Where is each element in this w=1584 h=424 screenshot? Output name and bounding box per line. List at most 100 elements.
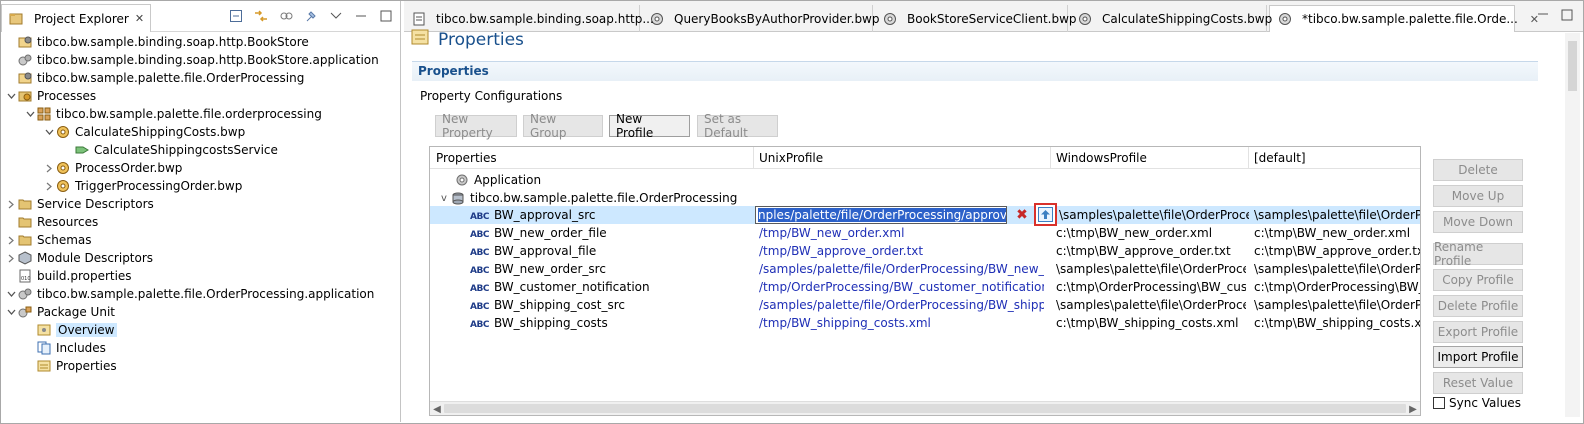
unix-profile-cell[interactable]: /tmp/BW_shipping_costs.xml: [759, 316, 1044, 330]
column-divider[interactable]: [1050, 147, 1051, 169]
windows-profile-cell[interactable]: \samples\palette\file\OrderProces...: [1059, 208, 1249, 222]
tree-item[interactable]: Overview: [1, 321, 400, 339]
table-row[interactable]: ABC BW_approval_file/tmp/BW_approve_order…: [430, 242, 1420, 260]
maximize-icon[interactable]: [378, 8, 394, 24]
new-profile-button[interactable]: New Profile: [609, 112, 690, 140]
column-header-windowsprofile[interactable]: WindowsProfile: [1056, 151, 1147, 165]
default-profile-cell[interactable]: c:\tmp\BW_shipping_costs.xml: [1254, 316, 1420, 330]
tree-item[interactable]: Resources: [1, 213, 400, 231]
chevron-down-icon[interactable]: [5, 93, 17, 99]
chevron-right-icon[interactable]: [5, 254, 17, 263]
default-profile-cell[interactable]: c:\tmp\BW_approve_order.txt: [1254, 244, 1420, 258]
chevron-down-icon[interactable]: v: [438, 193, 450, 204]
vertical-scrollbar[interactable]: [1565, 33, 1580, 417]
new-property-button[interactable]: New Property: [435, 112, 517, 140]
export-profile-button[interactable]: Export Profile: [1433, 321, 1523, 343]
chevron-right-icon[interactable]: [43, 182, 55, 191]
move-up-button[interactable]: Move Up: [1433, 185, 1523, 207]
filter-icon[interactable]: [278, 8, 294, 24]
chevron-down-icon[interactable]: [5, 291, 17, 297]
tree-item[interactable]: TriggerProcessingOrder.bwp: [1, 177, 400, 195]
windows-profile-cell[interactable]: \samples\palette\file\OrderProces...: [1056, 262, 1246, 276]
default-profile-cell[interactable]: \samples\palette\file\OrderPro: [1254, 262, 1420, 276]
tree-item[interactable]: ProcessOrder.bwp: [1, 159, 400, 177]
scroll-thumb[interactable]: [1568, 41, 1577, 91]
chevron-down-icon[interactable]: [5, 309, 17, 315]
tree-item[interactable]: Processes: [1, 87, 400, 105]
column-header-properties[interactable]: Properties: [436, 151, 497, 165]
copy-profile-button[interactable]: Copy Profile: [1433, 269, 1523, 291]
scroll-left-icon[interactable]: ◀: [430, 402, 444, 415]
tree-item[interactable]: Package Unit: [1, 303, 400, 321]
pin-icon[interactable]: [303, 8, 319, 24]
tree-item[interactable]: Service Descriptors: [1, 195, 400, 213]
chevron-right-icon[interactable]: [43, 164, 55, 173]
windows-profile-cell[interactable]: \samples\palette\file\OrderProces...: [1056, 298, 1246, 312]
default-profile-cell[interactable]: \samples\palette\file\OrderPro: [1254, 208, 1420, 222]
table-row[interactable]: ABC BW_customer_notification/tmp/OrderPro…: [430, 278, 1420, 296]
module-property-button[interactable]: [1034, 203, 1057, 226]
new-group-button[interactable]: New Group: [523, 112, 603, 140]
collapse-all-icon[interactable]: [228, 8, 244, 24]
scroll-thumb[interactable]: [444, 404, 1406, 413]
close-icon[interactable]: ✕: [135, 12, 144, 25]
delete-profile-button[interactable]: Delete Profile: [1433, 295, 1523, 317]
tree-item[interactable]: tibco.bw.sample.palette.file.OrderProces…: [1, 285, 400, 303]
default-profile-cell[interactable]: \samples\palette\file\OrderPro: [1254, 298, 1420, 312]
windows-profile-cell[interactable]: c:\tmp\BW_shipping_costs.xml: [1056, 316, 1246, 330]
unix-profile-cell[interactable]: /tmp/OrderProcessing/BW_customer_notific…: [759, 280, 1044, 294]
chevron-right-icon[interactable]: [5, 200, 17, 209]
windows-profile-cell[interactable]: c:\tmp\BW_approve_order.txt: [1056, 244, 1246, 258]
tab-project-explorer[interactable]: Project Explorer ✕: [1, 4, 152, 32]
column-header-unixprofile[interactable]: UnixProfile: [759, 151, 823, 165]
default-profile-cell[interactable]: c:\tmp\OrderProcessing\BW_cu: [1254, 280, 1420, 294]
editor-tab[interactable]: *tibco.bw.sample.palette.file.Orde... ✕: [1269, 5, 1539, 32]
column-divider[interactable]: [1248, 147, 1249, 169]
reset-value-button[interactable]: Reset Value: [1433, 372, 1523, 394]
scroll-right-icon[interactable]: ▶: [1406, 402, 1420, 415]
group-row-module[interactable]: v tibco.bw.sample.palette.file.OrderProc…: [430, 188, 1420, 206]
sync-values-checkbox[interactable]: Sync Values: [1433, 396, 1521, 410]
view-menu-icon[interactable]: [328, 8, 344, 24]
unix-profile-cell[interactable]: /tmp/BW_new_order.xml: [759, 226, 1044, 240]
maximize-icon[interactable]: [1561, 9, 1573, 24]
tree-item[interactable]: Properties: [1, 357, 400, 375]
tree-item[interactable]: tibco.bw.sample.palette.file.OrderProces…: [1, 69, 400, 87]
unix-profile-cell[interactable]: /samples/palette/file/OrderProcessing/BW…: [759, 298, 1044, 312]
checkbox-box[interactable]: [1433, 397, 1445, 409]
tree-item[interactable]: tibco.bw.sample.palette.file.orderproces…: [1, 105, 400, 123]
table-row[interactable]: ABC BW_new_order_file/tmp/BW_new_order.xm…: [430, 224, 1420, 242]
default-profile-cell[interactable]: c:\tmp\BW_new_order.xml: [1254, 226, 1420, 240]
horizontal-scrollbar[interactable]: ◀ ▶: [430, 401, 1420, 415]
windows-profile-cell[interactable]: c:\tmp\OrderProcessing\BW_cust...: [1056, 280, 1246, 294]
column-header-default[interactable]: [default]: [1254, 151, 1306, 165]
tree-item[interactable]: tibco.bw.sample.binding.soap.http.BookSt…: [1, 33, 400, 51]
rename-profile-button[interactable]: Rename Profile: [1433, 240, 1523, 268]
table-row[interactable]: ABC BW_shipping_cost_src/samples/palette/…: [430, 296, 1420, 314]
editor-tab[interactable]: QueryBooksByAuthorProvider.bwp: [642, 5, 880, 32]
column-divider[interactable]: [753, 147, 754, 169]
tree-item[interactable]: tibco.bw.sample.binding.soap.http.BookSt…: [1, 51, 400, 69]
tree-item[interactable]: Includes: [1, 339, 400, 357]
unix-profile-edit-field[interactable]: nples/palette/file/OrderProcessing/appro…: [755, 206, 1007, 224]
set-as-default-button[interactable]: Set as Default: [697, 112, 778, 140]
tree-item[interactable]: CalculateShippingcostsService: [1, 141, 400, 159]
delete-button[interactable]: Delete: [1433, 159, 1523, 181]
tree-item[interactable]: CalculateShippingCosts.bwp: [1, 123, 400, 141]
unix-profile-cell[interactable]: /samples/palette/file/OrderProcessing/BW…: [759, 262, 1044, 276]
link-with-editor-icon[interactable]: [253, 8, 269, 24]
clear-value-icon[interactable]: ✖: [1015, 207, 1029, 223]
table-row[interactable]: ABC BW_shipping_costs/tmp/BW_shipping_cos…: [430, 314, 1420, 332]
table-row[interactable]: ABC BW_approval_src nples/palette/file/Ord…: [430, 203, 1420, 226]
editor-tab[interactable]: BookStoreServiceClient.bwp: [875, 5, 1077, 32]
minimize-icon[interactable]: [353, 8, 369, 24]
chevron-down-icon[interactable]: [24, 111, 36, 117]
tree-item[interactable]: Module Descriptors: [1, 249, 400, 267]
table-row[interactable]: ABC BW_new_order_src/samples/palette/file…: [430, 260, 1420, 278]
windows-profile-cell[interactable]: c:\tmp\BW_new_order.xml: [1056, 226, 1246, 240]
unix-profile-cell[interactable]: /tmp/BW_approve_order.txt: [759, 244, 1044, 258]
section-title[interactable]: Properties: [412, 61, 1538, 81]
chevron-right-icon[interactable]: [5, 236, 17, 245]
minimize-icon[interactable]: [1537, 9, 1549, 24]
move-down-button[interactable]: Move Down: [1433, 211, 1523, 233]
